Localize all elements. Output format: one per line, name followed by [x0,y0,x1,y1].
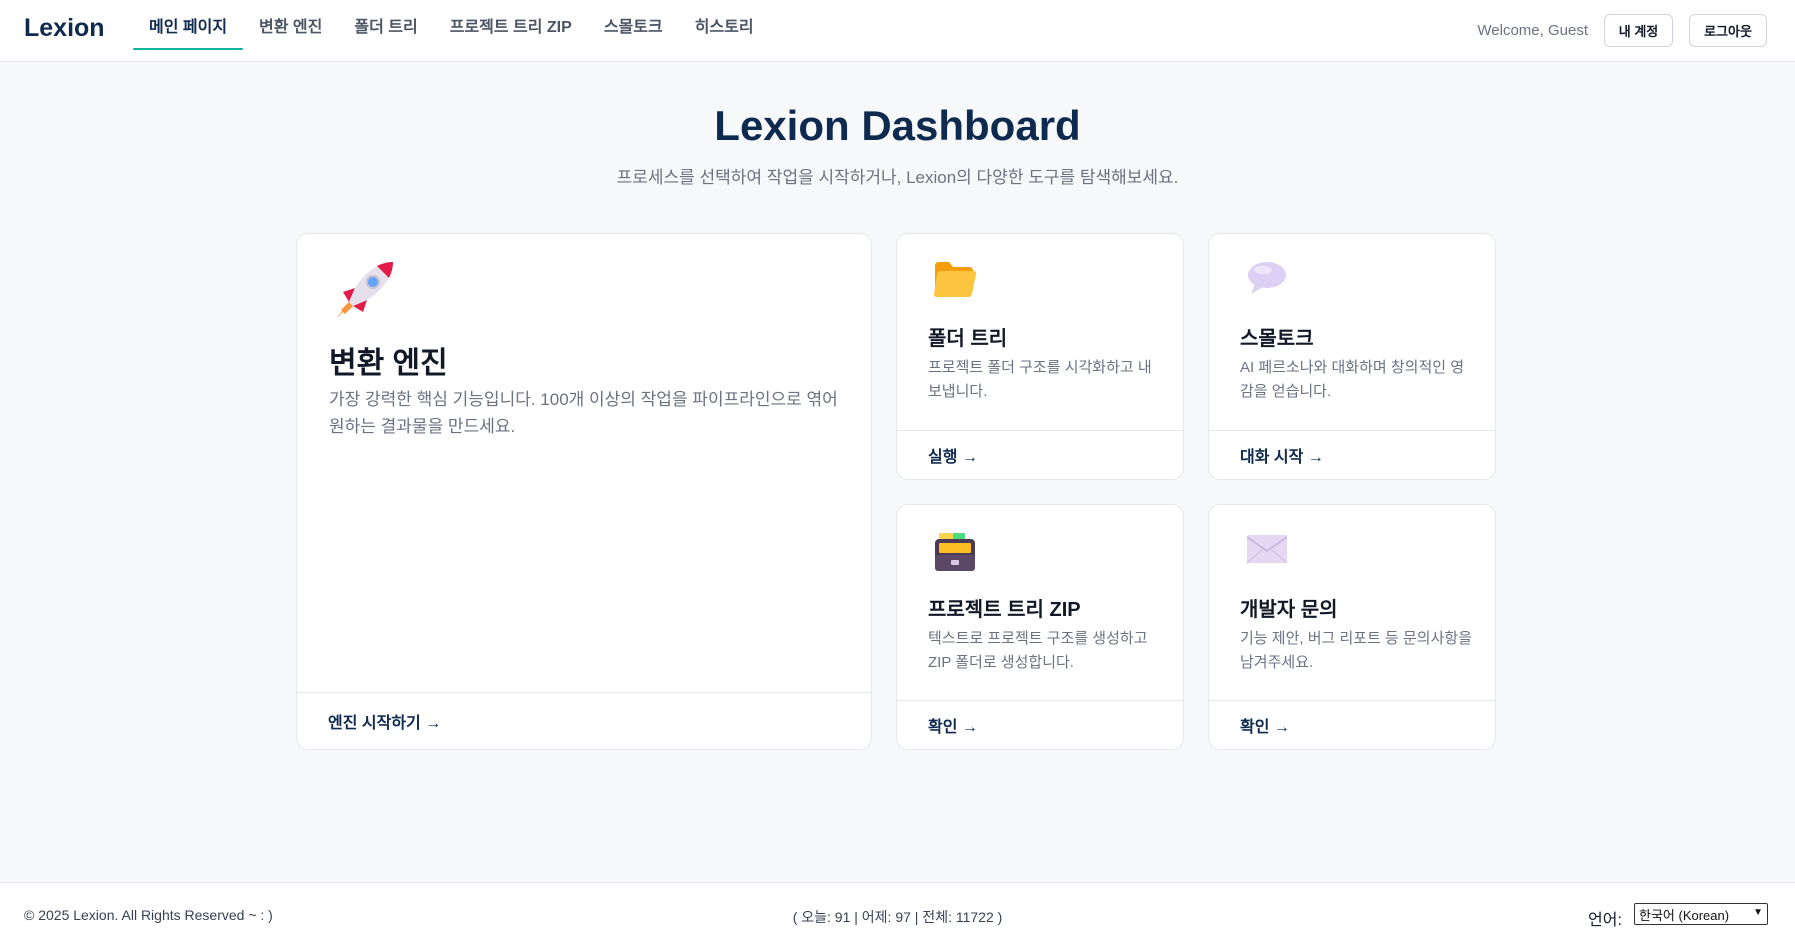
nav-item-project-zip[interactable]: 프로젝트 트리 ZIP [434,0,588,50]
nav-item-main[interactable]: 메인 페이지 [133,0,244,50]
main-nav: 메인 페이지 변환 엔진 폴더 트리 프로젝트 트리 ZIP 스몰토크 히스토리 [133,0,770,62]
folder-tree-card[interactable]: 폴더 트리 프로젝트 폴더 구조를 시각화하고 내보냅니다. 실행 → [896,233,1184,480]
language-label: 언어: [1588,912,1622,929]
nav-item-history[interactable]: 히스토리 [679,0,770,50]
folder-tree-card-desc: 프로젝트 폴더 구조를 시각화하고 내보냅니다. [928,359,1152,400]
folder-tree-card-title: 폴더 트리 [928,328,1008,350]
smalltalk-start-link[interactable]: 대화 시작 → [1209,430,1495,479]
nav-item-engine[interactable]: 변환 엔진 [243,0,338,50]
project-zip-confirm-link[interactable]: 확인 → [897,700,1183,749]
top-header: Lexion 메인 페이지 변환 엔진 폴더 트리 프로젝트 트리 ZIP 스몰… [0,0,1795,62]
my-account-button[interactable]: 내 계정 [1604,14,1673,47]
smalltalk-card-desc: AI 페르소나와 대화하며 창의적인 영감을 얻습니다. [1240,359,1465,400]
envelope-icon [1245,531,1289,572]
folder-tree-run-link[interactable]: 실행 → [897,430,1183,479]
speech-bubble-icon [1245,260,1289,301]
contact-card-desc: 기능 제안, 버그 리포트 등 문의사항을 남겨주세요. [1240,630,1473,671]
file-cabinet-icon [933,531,977,578]
nav-item-smalltalk[interactable]: 스몰토크 [588,0,679,50]
engine-card[interactable]: 변환 엔진 가장 강력한 핵심 기능입니다. 100개 이상의 작업을 파이프라… [296,233,872,750]
language-selected-value: 한국어 (Korean) [1639,907,1730,923]
smalltalk-card-title: 스몰토크 [1240,328,1314,350]
chevron-down-icon: ▼ [1753,907,1763,918]
page-title: Lexion Dashboard [714,102,1081,149]
rocket-icon [335,258,397,325]
engine-card-desc: 가장 강력한 핵심 기능입니다. 100개 이상의 작업을 파이프라인으로 엮어… [329,390,838,437]
project-zip-card-desc: 텍스트로 프로젝트 구조를 생성하고 ZIP 폴더로 생성합니다. [928,630,1148,671]
contact-confirm-link[interactable]: 확인 → [1209,700,1495,749]
contact-card-title: 개발자 문의 [1240,599,1338,621]
language-select[interactable]: 한국어 (Korean) ▼ [1634,903,1768,925]
smalltalk-card[interactable]: 스몰토크 AI 페르소나와 대화하며 창의적인 영감을 얻습니다. 대화 시작 … [1208,233,1496,480]
logout-button[interactable]: 로그아웃 [1689,14,1767,47]
visitor-stats: ( 오늘: 91 | 어제: 97 | 전체: 11722 ) [792,909,1003,925]
contact-card[interactable]: 개발자 문의 기능 제안, 버그 리포트 등 문의사항을 남겨주세요. 확인 → [1208,504,1496,750]
engine-card-title: 변환 엔진 [329,347,448,380]
welcome-text: Welcome, Guest [1477,22,1588,39]
page-footer: © 2025 Lexion. All Rights Reserved ~ : )… [0,882,1795,938]
logo[interactable]: Lexion [24,14,105,43]
nav-item-folder-tree[interactable]: 폴더 트리 [338,0,433,50]
folder-icon [933,260,977,305]
project-zip-card[interactable]: 프로젝트 트리 ZIP 텍스트로 프로젝트 구조를 생성하고 ZIP 폴더로 생… [896,504,1184,750]
project-zip-card-title: 프로젝트 트리 ZIP [928,599,1081,621]
page-subtitle: 프로세스를 선택하여 작업을 시작하거나, Lexion의 다양한 도구를 탐색… [616,168,1179,187]
engine-start-link[interactable]: 엔진 시작하기 → [297,692,871,749]
